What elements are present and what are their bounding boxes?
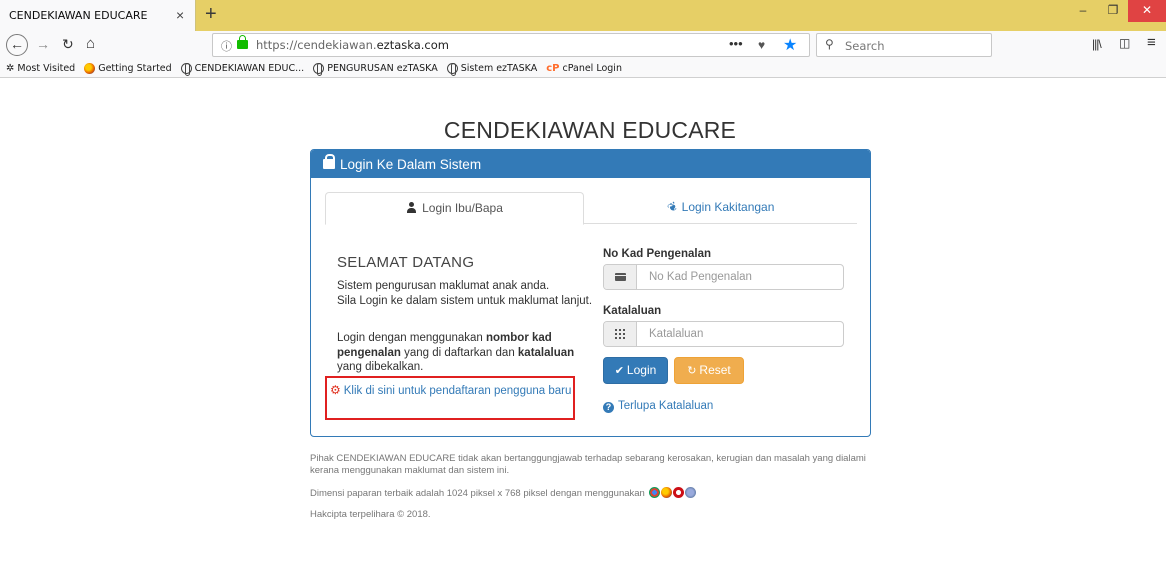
url-text[interactable]: https://cendekiawan.eztaska.com [256, 38, 449, 52]
user-icon [406, 202, 417, 213]
hamburger-menu-icon[interactable]: ≡ [1147, 34, 1156, 51]
search-bar[interactable]: ⚲ Search [816, 33, 992, 57]
forgot-password-link[interactable]: ? Terlupa Katalaluan [603, 400, 713, 413]
bookmark-cendekiawan[interactable]: CENDEKIAWAN EDUC... [180, 62, 304, 76]
lock-icon [237, 35, 248, 49]
address-bar[interactable]: ⓘ https://cendekiawan.eztaska.com ••• ♥ … [212, 33, 810, 57]
password-input[interactable] [638, 322, 842, 346]
window-close-icon[interactable]: ✕ [1128, 0, 1166, 22]
navigation-bar: ← → ↻ ⌂ ⓘ https://cendekiawan.eztaska.co… [0, 31, 1166, 59]
browser-tab-title: CENDEKIAWAN EDUCARE [9, 9, 148, 22]
firefox-icon [661, 487, 673, 498]
bookmark-getting-started[interactable]: Getting Started [84, 62, 172, 74]
bookmark-star-icon[interactable]: ★ [783, 35, 797, 55]
alert-icon: ⚙ [330, 383, 341, 397]
home-icon[interactable]: ⌂ [86, 35, 95, 52]
welcome-heading: SELAMAT DATANG [337, 254, 475, 271]
password-input-group [603, 321, 844, 347]
lock-icon [323, 154, 335, 169]
login-button[interactable]: ✔ Login [603, 357, 668, 384]
new-tab-button[interactable]: + [205, 3, 217, 26]
login-panel: Login Ke Dalam Sistem Login Ibu/Bapa ❦Lo… [310, 149, 871, 437]
globe-icon [180, 62, 192, 76]
bookmarks-toolbar: ✲ Most Visited Getting Started CENDEKIAWA… [0, 59, 1166, 78]
bookmark-sistem-eztaska[interactable]: Sistem ezTASKA [446, 62, 537, 76]
footer-disclaimer: Pihak CENDEKIAWAN EDUCARE tidak akan ber… [310, 453, 866, 476]
window-controls: – ❐ ✕ [1068, 0, 1166, 22]
ic-input-group [603, 264, 844, 290]
info-icon[interactable]: ⓘ [221, 38, 232, 54]
reset-button[interactable]: ↻ Reset [674, 357, 744, 384]
ic-input[interactable] [638, 265, 842, 289]
gear-icon: ✲ [6, 62, 15, 74]
firefox-icon [84, 62, 96, 74]
id-card-icon [604, 265, 637, 289]
ic-label: No Kad Pengenalan [603, 248, 711, 260]
footer-resolution: Dimensi paparan terbaik adalah 1024 piks… [310, 487, 880, 502]
check-icon: ✔ [614, 365, 624, 377]
browser-icons [649, 487, 697, 502]
forward-arrow-icon[interactable]: → [36, 36, 50, 52]
register-link-highlight: ⚙ Klik di sini untuk pendaftaran pengguna… [325, 376, 575, 420]
question-icon: ? [603, 402, 614, 413]
chrome-icon [649, 487, 661, 498]
bookmark-pengurusan[interactable]: PENGURUSAN ezTASKA [313, 62, 438, 76]
search-placeholder: Search [845, 39, 885, 53]
restore-icon[interactable]: ❐ [1098, 0, 1128, 22]
globe-icon [313, 62, 325, 76]
close-tab-icon[interactable]: × [176, 7, 184, 23]
login-tabs: Login Ibu/Bapa ❦Login Kakitangan [325, 192, 857, 225]
bookmark-cpanel[interactable]: cP cPanel Login [546, 63, 622, 74]
opera-icon [673, 487, 685, 498]
safari-icon [685, 487, 697, 498]
intro-text: Sistem pengurusan maklumat anak anda. Si… [337, 280, 593, 307]
reload-icon[interactable]: ↻ [62, 36, 74, 53]
page-title: CENDEKIAWAN EDUCARE [443, 117, 737, 143]
back-arrow-icon[interactable]: ← [6, 34, 28, 56]
tab-login-parent[interactable]: Login Ibu/Bapa [325, 192, 584, 225]
cpanel-icon: cP [546, 62, 560, 74]
pocket-icon[interactable]: ♥ [758, 38, 765, 52]
library-icon[interactable]: |||\ [1092, 37, 1102, 51]
register-link[interactable]: Klik di sini untuk pendaftaran pengguna … [344, 385, 572, 397]
keypad-icon [604, 322, 637, 346]
search-icon: ⚲ [825, 37, 834, 51]
minimize-icon[interactable]: – [1068, 0, 1098, 22]
footer-copyright: Hakcipta terpelihara © 2018. [310, 509, 431, 520]
refresh-icon: ↻ [687, 365, 697, 377]
page-actions-icon[interactable]: ••• [729, 36, 743, 51]
panel-title: Login Ke Dalam Sistem [340, 157, 482, 172]
bookmark-most-visited[interactable]: ✲ Most Visited [6, 63, 75, 74]
browser-tab-bar: CENDEKIAWAN EDUCARE × + – ❐ ✕ [0, 0, 1166, 31]
password-label: Katalaluan [603, 305, 662, 317]
browser-tab[interactable]: CENDEKIAWAN EDUCARE × [0, 0, 196, 31]
tab-login-staff[interactable]: ❦Login Kakitangan [585, 192, 857, 224]
globe-icon [446, 62, 458, 76]
sidebar-icon[interactable]: ◫ [1119, 36, 1130, 50]
login-instructions: Login dengan menggunakan nombor kad peng… [337, 332, 575, 373]
panel-header: Login Ke Dalam Sistem [311, 150, 870, 178]
